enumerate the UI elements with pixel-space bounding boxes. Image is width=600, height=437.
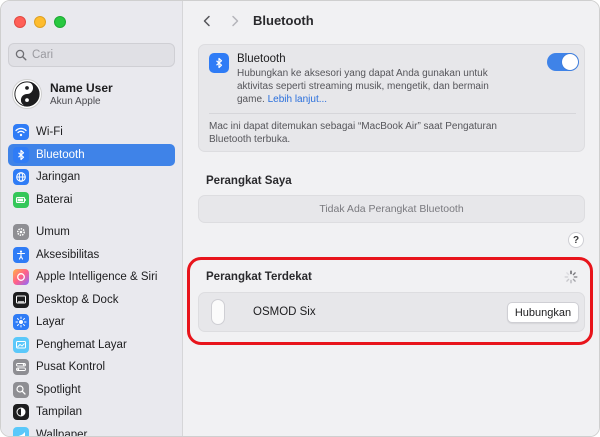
siri-icon: [13, 269, 29, 285]
globe-icon: [13, 169, 29, 185]
my-devices-list: Tidak Ada Perangkat Bluetooth: [198, 195, 585, 223]
mouse-icon: [211, 299, 225, 325]
settings-window: Name User Akun Apple Wi-Fi Bluetooth: [0, 0, 600, 437]
divider: [209, 113, 576, 114]
back-button[interactable]: [198, 12, 216, 30]
sidebar-item-control-center[interactable]: Pusat Kontrol: [8, 356, 175, 378]
yin-yang-icon: [14, 81, 40, 107]
accessibility-icon: [13, 246, 29, 263]
loading-spinner-icon: [564, 270, 578, 284]
help-button[interactable]: ?: [568, 232, 584, 248]
sun-icon: [13, 314, 29, 330]
nearby-device-row: OSMOD Six Hubungkan: [198, 292, 585, 332]
bluetooth-icon: [13, 146, 29, 163]
sidebar-item-wifi[interactable]: Wi-Fi: [8, 121, 175, 143]
battery-icon: [13, 191, 29, 208]
learn-more-link[interactable]: Lebih lanjut...: [268, 94, 328, 105]
control-center-icon: [13, 359, 29, 375]
sidebar-item-label: Tampilan: [36, 406, 83, 418]
search-field[interactable]: [8, 43, 175, 67]
sidebar-item-siri[interactable]: Apple Intelligence & Siri: [8, 266, 175, 288]
sidebar-item-label: Umum: [36, 226, 70, 238]
sidebar-item-label: Baterai: [36, 193, 73, 206]
page-title: Bluetooth: [253, 13, 314, 28]
gear-icon: [13, 224, 29, 240]
forward-button[interactable]: [226, 12, 244, 30]
sidebar: Name User Akun Apple Wi-Fi Bluetooth: [1, 1, 183, 437]
wallpaper-icon: [13, 426, 29, 436]
device-name: OSMOD Six: [253, 306, 316, 318]
sidebar-item-label: Desktop & Dock: [36, 293, 119, 306]
sidebar-item-network[interactable]: Jaringan: [8, 166, 175, 188]
zoom-button[interactable]: [54, 16, 66, 28]
sidebar-item-battery[interactable]: Baterai: [8, 189, 175, 211]
toolbar: Bluetooth: [183, 1, 599, 39]
sidebar-item-label: Penghemat Layar: [36, 338, 127, 351]
my-devices-heading: Perangkat Saya: [206, 175, 292, 187]
bluetooth-toggle[interactable]: [547, 53, 579, 71]
screensaver-icon: [13, 336, 29, 353]
window-controls: [14, 16, 66, 28]
wifi-icon: [13, 124, 29, 140]
sidebar-item-general[interactable]: Umum: [8, 221, 175, 243]
main-pane: Bluetooth Bluetooth Hubungkan ke aksesor…: [183, 1, 599, 436]
chevron-left-icon: [203, 15, 210, 27]
search-input[interactable]: [32, 49, 162, 61]
sidebar-item-accessibility[interactable]: Aksesibilitas: [8, 244, 175, 266]
account-subtitle: Akun Apple: [50, 95, 101, 107]
bluetooth-label: Bluetooth: [237, 53, 286, 65]
sidebar-item-label: Wi-Fi: [36, 126, 63, 138]
search-icon: [15, 49, 27, 61]
sidebar-item-label: Jaringan: [36, 171, 81, 183]
sidebar-item-label: Apple Intelligence & Siri: [36, 271, 158, 283]
sidebar-item-label: Spotlight: [36, 383, 81, 396]
close-button[interactable]: [14, 16, 26, 28]
yin-yang-avatar: [12, 79, 42, 109]
sidebar-item-display[interactable]: Layar: [8, 311, 175, 333]
sidebar-group-network: Wi-Fi Bluetooth Jaringan Baterai: [8, 121, 175, 211]
sidebar-item-appearance[interactable]: Tampilan: [8, 401, 175, 423]
sidebar-item-bluetooth[interactable]: Bluetooth: [8, 143, 175, 166]
sidebar-item-label: Aksesibilitas: [36, 248, 100, 261]
spotlight-search-icon: [13, 381, 29, 398]
account-item[interactable]: Name User Akun Apple: [12, 78, 177, 110]
sidebar-item-desktop-dock[interactable]: Desktop & Dock: [8, 289, 175, 311]
connect-button[interactable]: Hubungkan: [507, 302, 579, 323]
dock-icon: [13, 291, 29, 308]
nearby-devices-heading: Perangkat Terdekat: [206, 271, 312, 283]
discoverable-note: Mac ini dapat ditemukan sebagai “MacBook…: [209, 121, 497, 145]
no-devices-text: Tidak Ada Perangkat Bluetooth: [319, 203, 464, 215]
sidebar-item-label: Bluetooth: [36, 148, 85, 161]
sidebar-group-system: Umum Aksesibilitas Apple Intelligence & …: [8, 221, 175, 437]
account-name: Name User: [50, 80, 113, 95]
sidebar-item-label: Layar: [36, 316, 65, 328]
bluetooth-card: Bluetooth Hubungkan ke aksesori yang dap…: [198, 44, 585, 152]
bluetooth-icon: [209, 53, 229, 73]
toggle-knob: [562, 54, 578, 70]
sidebar-item-wallpaper[interactable]: Wallpaper: [8, 424, 175, 437]
sidebar-item-label: Wallpaper: [36, 428, 88, 437]
sidebar-item-spotlight[interactable]: Spotlight: [8, 379, 175, 401]
minimize-button[interactable]: [34, 16, 46, 28]
chevron-right-icon: [232, 15, 239, 27]
bluetooth-description: Hubungkan ke aksesori yang dapat Anda gu…: [237, 67, 507, 106]
appearance-icon: [13, 404, 29, 420]
sidebar-item-label: Pusat Kontrol: [36, 361, 106, 373]
sidebar-item-screensaver[interactable]: Penghemat Layar: [8, 334, 175, 356]
